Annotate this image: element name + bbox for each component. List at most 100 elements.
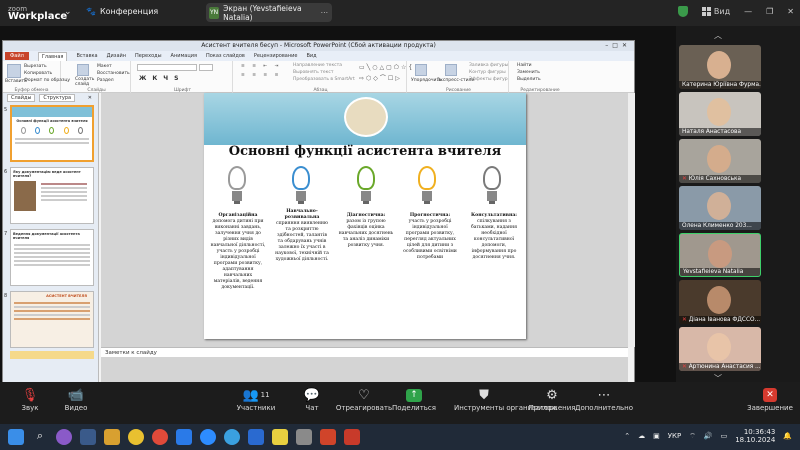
participants-button[interactable]: 👥 11 Участники <box>226 386 286 413</box>
paste-icon[interactable] <box>7 64 21 78</box>
host-tools-button[interactable]: ⛊ Инструменты организатора <box>454 386 557 413</box>
windows-start-icon[interactable] <box>8 429 24 445</box>
chevron-up-icon[interactable]: ︿ <box>714 30 722 41</box>
meeting-info[interactable]: 🐾 Конференция <box>86 7 158 16</box>
slide-thumb-6[interactable]: Яку документацію веде асистент вчителя? <box>10 167 94 224</box>
participant-tile[interactable]: Наталя Анастасова <box>679 92 761 136</box>
battery-icon[interactable]: ▭ <box>721 432 728 440</box>
notes-pane[interactable]: Заметки к слайду <box>101 347 628 357</box>
input-language[interactable]: УКР <box>668 432 681 440</box>
participant-tile[interactable]: ✕ Діана Іванова ФДССО... <box>679 280 761 324</box>
restore-icon[interactable]: ❐ <box>766 7 773 16</box>
taskview-icon[interactable] <box>80 429 96 445</box>
replace-button[interactable]: Заменить <box>517 70 540 75</box>
tab-slides[interactable]: Слайды <box>7 93 36 102</box>
zoom-icon[interactable] <box>200 429 216 445</box>
align-text-button[interactable]: Выровнять текст <box>293 70 333 75</box>
slide-thumb-5[interactable]: Основні функції асистента вчителя <box>10 105 94 162</box>
tab-home[interactable]: Главная <box>37 51 68 61</box>
wifi-icon[interactable]: ⌔ <box>689 432 696 441</box>
ppt-window-controls[interactable]: –□✕ <box>605 41 631 51</box>
slide-thumb-7[interactable]: Ведення документації асистента вчителя <box>10 229 94 286</box>
more-icon[interactable]: ⋯ <box>321 8 329 17</box>
view-button[interactable]: Вид <box>701 7 730 16</box>
app-icon[interactable] <box>128 429 144 445</box>
tab-view[interactable]: Вид <box>306 53 316 59</box>
cut-button[interactable]: Вырезать <box>24 64 47 69</box>
clock[interactable]: 10:36:43 18.10.2024 <box>735 428 775 444</box>
search-icon[interactable]: ⌕ <box>32 429 48 445</box>
font-format-icons[interactable]: ЖКЧS <box>139 75 184 82</box>
participant-tile[interactable]: Катерина Юріївна Фурма... <box>679 45 761 89</box>
thumb-number: 5 <box>4 107 8 113</box>
minimize-icon[interactable]: — <box>744 7 752 16</box>
find-button[interactable]: Найти <box>517 63 532 68</box>
store-icon[interactable] <box>176 429 192 445</box>
cloud-icon[interactable]: ☁ <box>638 432 645 440</box>
chat-button[interactable]: 💬 Чат <box>282 386 342 413</box>
vertical-scrollbar[interactable] <box>628 93 635 347</box>
slide-thumb-8[interactable]: АСИСТЕНТ ВЧИТЕЛЯ <box>10 291 94 348</box>
current-slide[interactable]: Основні функції асистента вчителя Органі… <box>204 93 526 339</box>
app-tray-icon[interactable]: ▣ <box>653 432 660 440</box>
slide-thumb-9-partial[interactable] <box>10 351 94 359</box>
participant-tile-active-speaker[interactable]: Yevstafieieva Natalia <box>679 233 761 277</box>
function-text: разом із групою фахівців оцінка навчальн… <box>338 219 394 248</box>
shape-outline-button[interactable]: Контур фигуры <box>469 70 506 75</box>
shape-effects-button[interactable]: Эффекты фигур <box>469 77 508 82</box>
end-button[interactable]: ✕ Завершение <box>740 386 800 412</box>
shield-icon[interactable] <box>677 6 688 17</box>
bell-icon[interactable]: 🔔 <box>783 432 792 440</box>
chrome-icon[interactable] <box>152 429 168 445</box>
chevron-up-icon[interactable]: ⌃ <box>624 432 630 440</box>
close-icon[interactable]: ✕ <box>787 7 794 16</box>
app-icon[interactable] <box>272 429 288 445</box>
app-icon[interactable] <box>344 429 360 445</box>
smartart-button[interactable]: Преобразовать в SmartArt <box>293 77 355 82</box>
participant-name: Юлія Сахновська <box>688 176 742 182</box>
new-slide-icon[interactable] <box>77 64 89 76</box>
text-direction-button[interactable]: Направление текста <box>293 63 342 68</box>
list-icons[interactable]: ≡ ≡ ⇤ ⇥ <box>241 64 281 69</box>
tab-file[interactable]: Файл <box>5 52 29 60</box>
powerpoint-icon[interactable] <box>320 429 336 445</box>
function-text: спілкування з батьками, надання необхідн… <box>470 219 518 260</box>
participant-tile[interactable]: Олена Клименко 203... <box>679 186 761 230</box>
align-icons[interactable]: ≡ ≡ ≡ ≡ <box>241 73 281 78</box>
font-size-select[interactable] <box>199 64 213 71</box>
telegram-icon[interactable] <box>224 429 240 445</box>
shape-fill-button[interactable]: Заливка фигуры <box>469 63 508 68</box>
close-icon[interactable]: ✕ <box>85 95 95 101</box>
tab-outline[interactable]: Структура <box>39 93 76 102</box>
tab-insert[interactable]: Вставка <box>76 53 97 59</box>
video-button[interactable]: 📹 Видео <box>46 386 106 413</box>
screen-share-pill[interactable]: YN Экран (Yevstafieieva Natalia) ⋯ <box>206 3 332 22</box>
tab-review[interactable]: Рецензирование <box>254 53 298 59</box>
participant-tile[interactable]: ✕ Артюнина Анастасия ... <box>679 327 761 371</box>
apps-button[interactable]: ⚙ Приложения <box>522 386 582 413</box>
section-button[interactable]: Раздел <box>97 78 114 83</box>
tab-slideshow[interactable]: Показ слайдов <box>206 53 245 59</box>
explorer-icon[interactable] <box>104 429 120 445</box>
tab-design[interactable]: Дизайн <box>107 53 126 59</box>
layout-button[interactable]: Макет <box>97 64 112 69</box>
quick-styles-icon[interactable] <box>445 64 457 76</box>
arrange-icon[interactable] <box>415 64 427 76</box>
more-button[interactable]: ⋯ Дополнительно <box>574 386 634 413</box>
volume-icon[interactable]: 🔊 <box>704 432 713 440</box>
tab-transitions[interactable]: Переходы <box>135 53 162 59</box>
lightbulb-icon <box>355 166 377 208</box>
select-button[interactable]: Выделить <box>517 77 541 82</box>
copy-button[interactable]: Копировать <box>24 71 52 76</box>
new-slide-button[interactable]: Создать слайд <box>75 77 95 87</box>
tab-animation[interactable]: Анимация <box>171 53 197 59</box>
share-button[interactable]: ↑ Поделиться <box>384 386 444 412</box>
reset-button[interactable]: Восстановить <box>97 71 130 76</box>
app-icon[interactable] <box>296 429 312 445</box>
font-name-select[interactable] <box>137 64 197 71</box>
shapes-gallery-row2[interactable]: ⇨⬡◇⌒☐▷ <box>359 73 402 82</box>
participant-tile[interactable]: ✕ Юлія Сахновська <box>679 139 761 183</box>
word-icon[interactable] <box>248 429 264 445</box>
copilot-icon[interactable] <box>56 429 72 445</box>
chevron-down-icon[interactable]: ⌄ <box>64 7 72 17</box>
